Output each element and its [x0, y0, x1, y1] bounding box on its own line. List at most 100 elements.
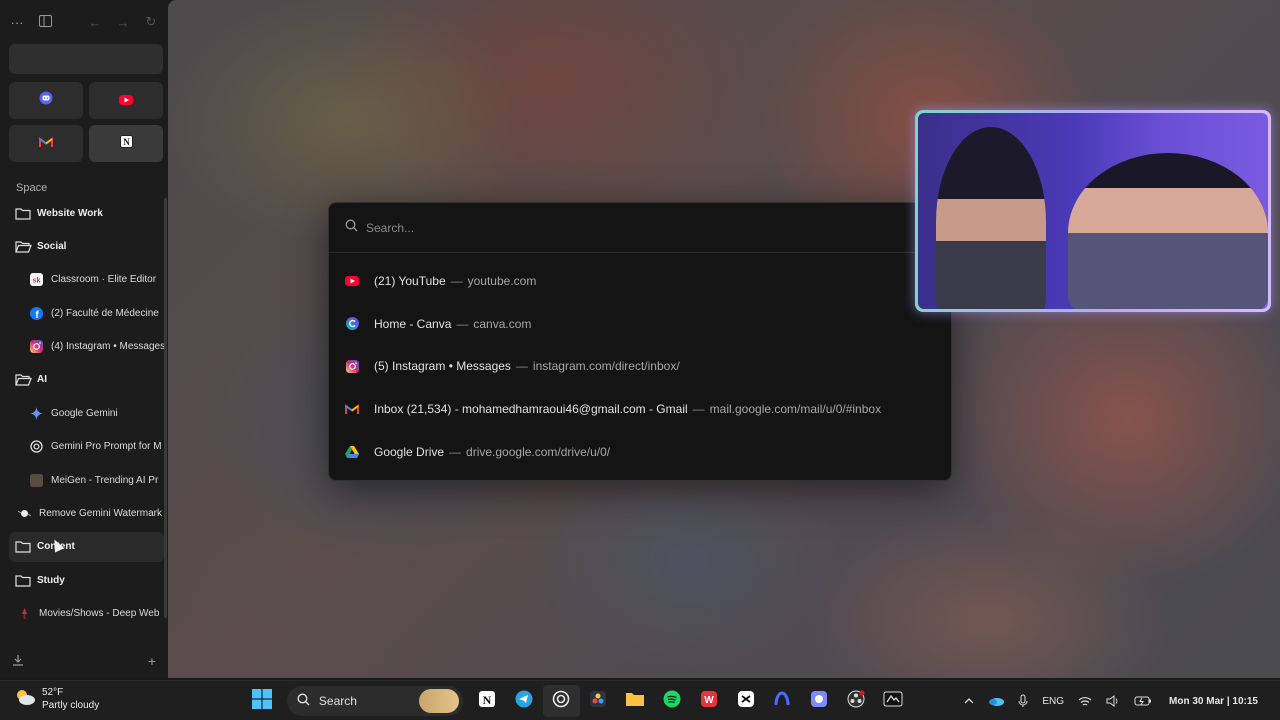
sidebar-folder-study[interactable]: Study: [9, 565, 164, 595]
sidebar-footer: +: [0, 644, 168, 678]
folder-icon: [14, 573, 32, 587]
taskbar-fcpx[interactable]: [875, 685, 912, 717]
arc-icon: [773, 690, 791, 713]
taskbar-notion[interactable]: N: [469, 685, 506, 717]
taskbar-obs[interactable]: [838, 685, 875, 717]
palette-result[interactable]: Home - Canva — canva.com: [329, 303, 951, 346]
pinned-discord[interactable]: [9, 82, 83, 119]
taskbar-wps[interactable]: W: [690, 685, 727, 717]
result-separator: —: [449, 444, 462, 459]
sidebar-tab-remove-gemini-watermark[interactable]: Remove Gemini Watermark: [9, 499, 164, 529]
youtube-icon: [345, 274, 359, 288]
taskbar-apps: Search N W: [244, 685, 912, 717]
result-url: canva.com: [473, 316, 532, 331]
taskbar-telegram[interactable]: [506, 685, 543, 717]
palette-result[interactable]: Google Drive — drive.google.com/drive/u/0/: [329, 430, 951, 473]
taskbar-file-explorer[interactable]: [616, 685, 653, 717]
volume-icon[interactable]: [1099, 681, 1127, 720]
weather-widget[interactable]: 52°F Partly cloudy: [14, 686, 99, 712]
davinci-resolve-icon: [589, 690, 607, 713]
sidebar-folder-ai[interactable]: AI: [9, 365, 164, 395]
sidebar-tab-classroom-elite-editor[interactable]: sk Classroom · Elite Editor: [9, 265, 164, 295]
language-indicator[interactable]: ENG: [1035, 681, 1071, 720]
notion-icon: N: [478, 690, 496, 713]
pinned-gmail[interactable]: [9, 125, 83, 162]
chatgpt-icon: [29, 440, 43, 454]
palette-result[interactable]: (21) YouTube — youtube.com: [329, 260, 951, 303]
sidebar-item-label: MeiGen - Trending AI Pr: [51, 474, 159, 486]
result-title: (5) Instagram • Messages: [374, 359, 511, 374]
pinned-notion[interactable]: N: [89, 125, 163, 162]
skool-icon: sk: [29, 273, 43, 287]
result-separator: —: [692, 402, 705, 417]
result-separator: —: [450, 274, 463, 289]
partly-cloudy-icon: [14, 687, 36, 712]
taskbar-search-label: Search: [318, 694, 357, 708]
sidebar-tab-movies-shows-deep-web[interactable]: Movies/Shows - Deep Web: [9, 599, 164, 629]
wifi-icon[interactable]: [1071, 681, 1099, 720]
taskbar-app-blue[interactable]: [801, 685, 838, 717]
sidebar-folder-social[interactable]: Social: [9, 231, 164, 261]
meigen-icon: [29, 473, 43, 487]
download-icon[interactable]: [12, 653, 24, 669]
clock[interactable]: Mon 30 Mar | 10:15: [1159, 681, 1280, 720]
result-url: drive.google.com/drive/u/0/: [466, 444, 611, 459]
forward-arrow-icon[interactable]: →: [116, 15, 130, 30]
search-icon: [297, 693, 310, 709]
sidebar-item-label: Remove Gemini Watermark: [39, 508, 162, 520]
windows-taskbar: 52°F Partly cloudy Search N W ENG Mon 30…: [0, 680, 1280, 720]
taskbar-capcut[interactable]: [727, 685, 764, 717]
sidebar-folder-website-work[interactable]: Website Work: [9, 198, 164, 228]
pinned-youtube[interactable]: [89, 82, 163, 119]
palette-search-input[interactable]: [366, 220, 866, 235]
address-bar[interactable]: [9, 44, 163, 74]
sidebar-item-label: Movies/Shows - Deep Web: [39, 608, 160, 620]
sidebar-tab-meigen-trending-ai-pr[interactable]: MeiGen - Trending AI Pr: [9, 465, 164, 495]
sidebar-scrollbar[interactable]: [164, 198, 167, 618]
taskbar-arc[interactable]: [764, 685, 801, 717]
palette-results: (21) YouTube — youtube.com Home - Canva — can…: [329, 253, 951, 473]
onedrive-icon[interactable]: [981, 681, 1011, 720]
taskbar-spotify[interactable]: [653, 685, 690, 717]
new-tab-icon[interactable]: +: [148, 653, 156, 669]
sidebar-tab-2-facult-de-m-decine[interactable]: f (2) Faculté de Médecine: [9, 298, 164, 328]
sidebar-tab-google-gemini[interactable]: Google Gemini: [9, 398, 164, 428]
chevron-up-icon[interactable]: [957, 681, 981, 720]
search-highlight-art: [418, 689, 459, 713]
sidebar-tree: Website Work Social sk Classroom · Elite Ed…: [9, 198, 164, 632]
more-options-icon[interactable]: ···: [10, 15, 24, 30]
sidebar-folder-content[interactable]: Content: [9, 531, 164, 562]
taskbar-browser[interactable]: [542, 685, 580, 717]
taskbar-davinci[interactable]: [580, 685, 617, 717]
browser-sidebar: ··· ← → ↻ N Space Website Work Social sk…: [0, 0, 168, 678]
palette-result[interactable]: Inbox (21,534) - mohamedhamraoui46@gmail…: [329, 388, 951, 431]
google-drive-icon: [345, 445, 359, 459]
start-button[interactable]: [244, 685, 281, 717]
sidebar-tab-4-instagram-messages[interactable]: (4) Instagram • Messages: [9, 332, 164, 362]
result-separator: —: [515, 359, 528, 374]
taskbar-search[interactable]: Search: [286, 686, 463, 716]
palette-result[interactable]: (5) Instagram • Messages — instagram.com/d…: [329, 345, 951, 388]
gmail-icon: [39, 135, 53, 153]
svg-text:N: N: [123, 137, 130, 147]
result-title: (21) YouTube: [374, 274, 446, 289]
folder-icon: [625, 691, 645, 712]
sidebar-item-label: Gemini Pro Prompt for M: [51, 441, 162, 453]
folder-open-icon: [14, 239, 32, 253]
microphone-icon[interactable]: [1011, 681, 1035, 720]
folder-icon: [14, 206, 32, 220]
battery-charging-icon[interactable]: [1127, 681, 1159, 720]
folder-open-icon: [14, 373, 32, 387]
discord-icon: [39, 91, 53, 110]
reload-icon[interactable]: ↻: [144, 14, 158, 30]
sidebar-tab-gemini-pro-prompt-for-m[interactable]: Gemini Pro Prompt for M: [9, 432, 164, 462]
result-title: Google Drive: [374, 444, 445, 459]
video-editor-icon: [883, 691, 903, 712]
chatgpt-icon: [552, 690, 570, 713]
system-tray: ENG Mon 30 Mar | 10:15: [957, 681, 1280, 720]
result-separator: —: [456, 316, 469, 331]
sidebar-toggle-icon[interactable]: [38, 14, 52, 30]
back-arrow-icon[interactable]: ←: [88, 15, 102, 30]
obs-icon: [847, 690, 865, 713]
sidebar-item-label: Study: [37, 574, 65, 586]
